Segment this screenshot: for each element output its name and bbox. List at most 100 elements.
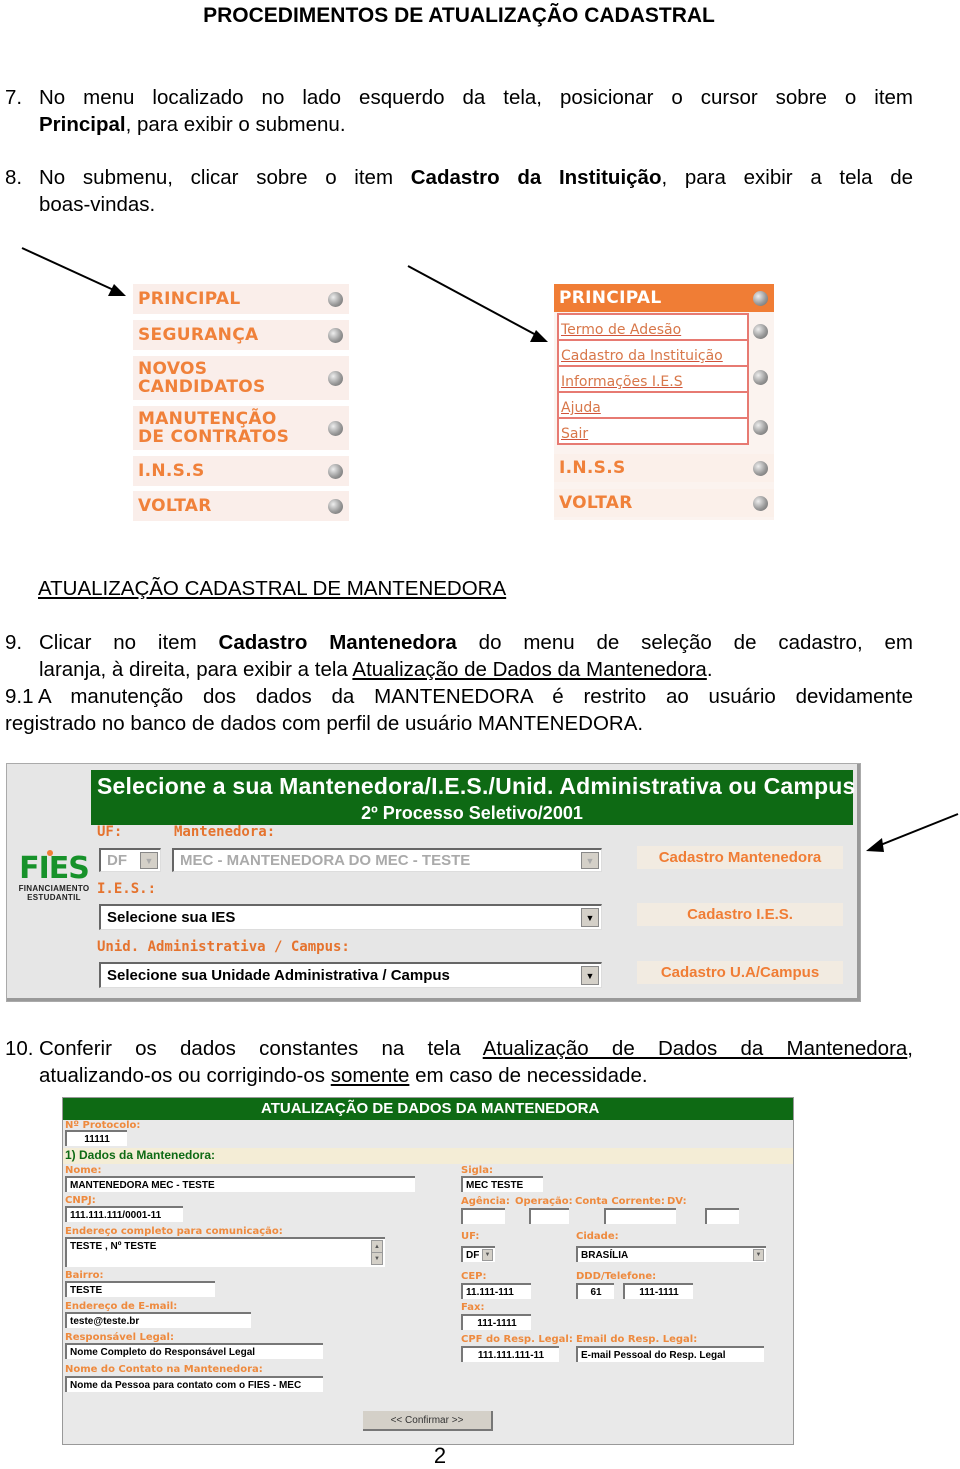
submenu-item-cadastro-instituicao[interactable]: Cadastro da Instituição [559, 341, 747, 367]
menu-item-principal[interactable]: PRINCIPAL [133, 284, 349, 314]
fax-label: Fax: [461, 1302, 485, 1313]
step-91-line1: A manutenção dos dados da MANTENEDORA é … [38, 685, 913, 708]
cidade-select[interactable]: BRASÍLIA ▼ [576, 1246, 766, 1262]
menu-item-inss[interactable]: I.N.S.S [554, 454, 774, 482]
uf-form-select[interactable]: DF ▼ [461, 1246, 495, 1262]
step-10-line2-pre: atualizando-os ou corrigindo-os [39, 1064, 331, 1087]
menu-item-label: I.N.S.S [559, 458, 626, 478]
agencia-label: Agência: [461, 1196, 510, 1207]
ddd-telefone-label: DDD/Telefone: [576, 1271, 657, 1282]
submenu-item-termo-adesao[interactable]: Termo de Adesão [559, 315, 747, 341]
page-number: 2 [433, 1443, 447, 1468]
bairro-label: Bairro: [65, 1270, 104, 1281]
bairro-field[interactable]: TESTE [65, 1281, 215, 1297]
chevron-down-icon[interactable]: ▼ [482, 1249, 493, 1261]
arrow-left-menu-head [108, 284, 126, 296]
operacao-field[interactable] [529, 1208, 569, 1224]
bullet-icon [328, 327, 343, 343]
section-heading: ATUALIZAÇÃO CADASTRAL DE MANTENEDORA [38, 577, 507, 600]
cnpj-label: CNPJ: [65, 1195, 96, 1206]
cpf-label: CPF do Resp. Legal: [461, 1334, 573, 1345]
cidade-value: BRASÍLIA [581, 1249, 629, 1261]
chevron-down-icon[interactable]: ▼ [753, 1249, 764, 1261]
step-9-line2-pre: laranja, à direita, para exibir a tela [39, 658, 353, 681]
operacao-label: Operação: [515, 1196, 573, 1207]
sigla-field[interactable]: MEC TESTE [461, 1176, 543, 1192]
ies-label: I.E.S.: [97, 881, 157, 897]
uf-form-label: UF: [461, 1231, 480, 1242]
menu-item-manutencao-contratos[interactable]: MANUTENÇÃO DE CONTRATOS [133, 406, 349, 450]
scroll-down-icon[interactable]: ▼ [371, 1252, 383, 1265]
chevron-down-icon[interactable]: ▼ [581, 966, 599, 985]
conta-field[interactable] [604, 1208, 676, 1224]
bullet-icon [328, 291, 343, 307]
step-7-line1: No menu localizado no lado esquerdo da t… [39, 86, 913, 109]
telefone-field[interactable]: 111-1111 [623, 1283, 693, 1299]
email-label: Endereço de E-mail: [65, 1301, 178, 1312]
arrow-cadastro-line [877, 813, 959, 847]
arrow-left-menu-line [21, 247, 119, 293]
contato-label: Nome do Contato na Mantenedora: [65, 1364, 263, 1375]
menu-item-voltar[interactable]: VOLTAR [133, 491, 349, 521]
chevron-down-icon[interactable]: ▼ [140, 852, 158, 869]
cadastro-ies-link[interactable]: Cadastro I.E.S. [637, 903, 843, 926]
email-field[interactable]: teste@teste.br [65, 1312, 251, 1328]
fax-field[interactable]: 111-1111 [461, 1314, 531, 1330]
step-10-link: Atualização de Dados da Mantenedora [482, 1037, 908, 1060]
menu-item-voltar[interactable]: VOLTAR [554, 489, 774, 517]
cidade-label: Cidade: [576, 1231, 619, 1242]
menu-item-principal-active[interactable]: PRINCIPAL [554, 284, 774, 312]
submenu-item-label: Cadastro da Instituição [561, 348, 723, 364]
cadastro-ua-campus-link[interactable]: Cadastro U.A/Campus [637, 961, 843, 984]
step-10-line2: atualizando-os ou corrigindo-os somente … [39, 1062, 648, 1089]
ddd-field[interactable]: 61 [576, 1283, 614, 1299]
step-10-number: 10. [5, 1037, 34, 1060]
step-9-line1: Clicar no item Cadastro Mantenedora do m… [39, 629, 913, 656]
submenu-item-sair[interactable]: Sair [559, 419, 747, 443]
bullet-icon [753, 495, 768, 511]
ies-select[interactable]: Selecione sua IES ▼ [99, 904, 602, 930]
submenu-item-label: Termo de Adesão [561, 322, 682, 338]
cep-field[interactable]: 11.111-111 [461, 1283, 531, 1299]
cnpj-field[interactable]: 111.111.111/0001-11 [65, 1206, 183, 1222]
menu-item-label: NOVOS CANDIDATOS [138, 359, 266, 397]
logo-subtitle-2: ESTUDANTIL [27, 893, 81, 902]
step-7-line2: Principal, para exibir o submenu. [39, 111, 346, 138]
conta-label: Conta Corrente: [575, 1196, 665, 1207]
update-form-screen: ATUALIZAÇÃO DE DADOS DA MANTENEDORA Nº P… [62, 1097, 794, 1445]
dv-field[interactable] [705, 1208, 739, 1224]
confirm-button[interactable]: << Confirmar >> [363, 1411, 493, 1431]
menu-item-novos-candidatos[interactable]: NOVOS CANDIDATOS [133, 356, 349, 400]
menu-item-label: SEGURANÇA [138, 325, 259, 345]
submenu-item-label: Ajuda [561, 400, 601, 416]
bullet-icon [328, 420, 343, 436]
ua-select[interactable]: Selecione sua Unidade Administrativa / C… [99, 962, 602, 988]
nome-field[interactable]: MANTENEDORA MEC - TESTE [65, 1176, 415, 1192]
protocolo-field[interactable]: 11111 [65, 1130, 127, 1146]
arrow-cadastro [866, 813, 959, 852]
cep-label: CEP: [461, 1271, 487, 1282]
bullet-icon [753, 290, 768, 306]
endereco-textarea[interactable]: TESTE , Nº TESTE ▲ ▼ [65, 1237, 385, 1267]
menu-item-seguranca[interactable]: SEGURANÇA [133, 320, 349, 350]
email-resp-field[interactable]: E-mail Pessoal do Resp. Legal [576, 1346, 764, 1362]
menu-item-inss[interactable]: I.N.S.S [133, 456, 349, 486]
uf-select[interactable]: DF ▼ [99, 848, 161, 872]
agencia-field[interactable] [461, 1208, 505, 1224]
step-9-post: do menu de seleção de cadastro, em [456, 631, 913, 654]
menu-item-label: VOLTAR [559, 493, 633, 513]
nome-label: Nome: [65, 1165, 102, 1176]
submenu-item-ajuda[interactable]: Ajuda [559, 393, 747, 419]
selection-subtitle: 2º Processo Seletivo/2001 [361, 803, 583, 823]
cadastro-mantenedora-link[interactable]: Cadastro Mantenedora [637, 846, 843, 869]
contato-field[interactable]: Nome da Pessoa para contato com o FIES -… [65, 1376, 323, 1392]
arrow-right-menu-head [530, 330, 548, 342]
submenu-item-informacoes-ies[interactable]: Informações I.E.S [559, 367, 747, 393]
mantenedora-select[interactable]: MEC - MANTENEDORA DO MEC - TESTE ▼ [172, 848, 602, 872]
resp-legal-field[interactable]: Nome Completo do Responsável Legal [65, 1343, 323, 1359]
step-8-line2: boas-vindas. [39, 193, 156, 216]
cpf-field[interactable]: 111.111.111-11 [461, 1346, 559, 1362]
ies-select-value: Selecione sua IES [107, 909, 236, 926]
chevron-down-icon[interactable]: ▼ [581, 852, 599, 869]
chevron-down-icon[interactable]: ▼ [581, 908, 599, 927]
